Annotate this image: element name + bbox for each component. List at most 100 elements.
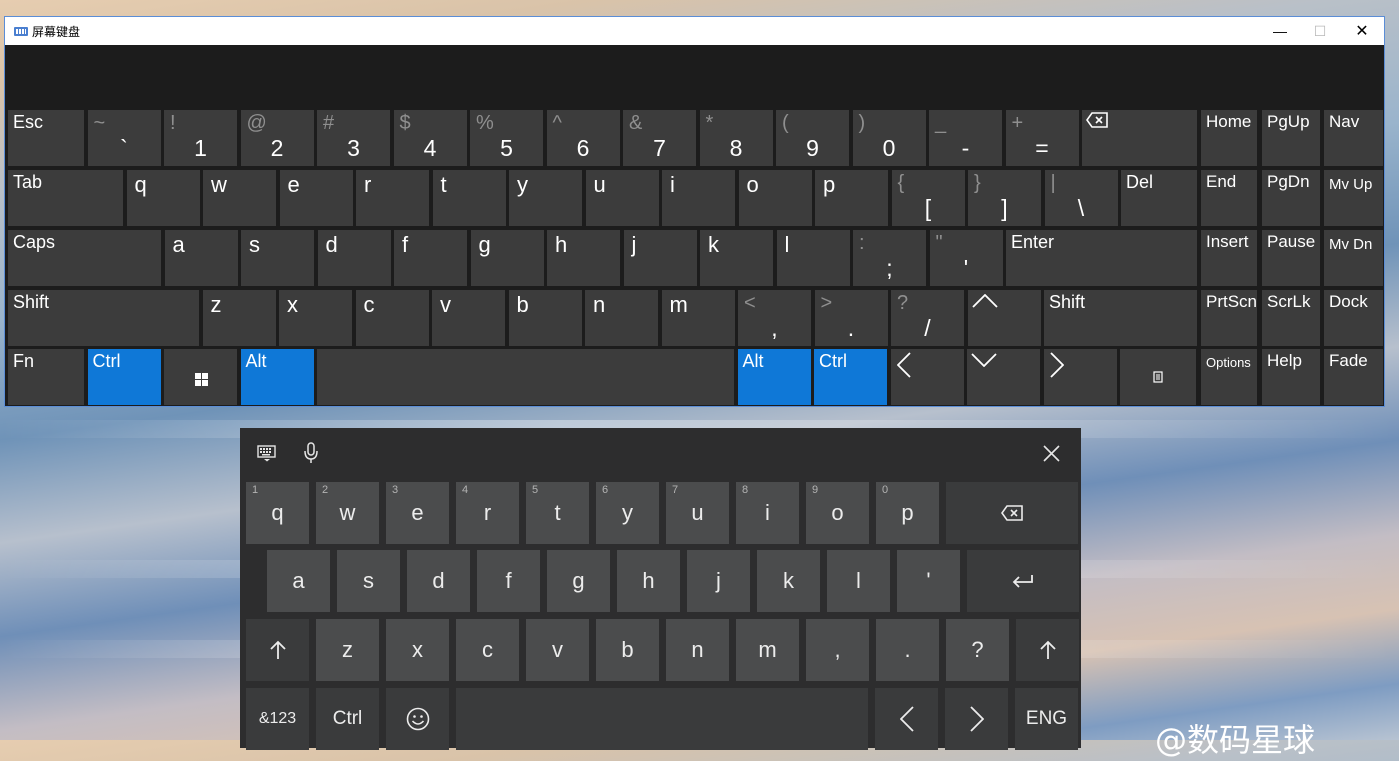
key-o[interactable]: o bbox=[738, 170, 812, 226]
key-z[interactable]: z bbox=[202, 290, 276, 346]
keyboard-settings-icon[interactable] bbox=[257, 444, 277, 467]
close-icon[interactable] bbox=[1043, 445, 1060, 467]
touch-key-question[interactable]: ? bbox=[946, 619, 1009, 681]
touch-key-f[interactable]: f bbox=[477, 550, 540, 612]
arrow-left-key[interactable] bbox=[890, 349, 964, 405]
touch-key-m[interactable]: m bbox=[736, 619, 799, 681]
key-enter[interactable]: Enter bbox=[1006, 230, 1197, 286]
key-e[interactable]: e bbox=[279, 170, 353, 226]
key-symbol[interactable]: " ' bbox=[929, 230, 1003, 286]
touch-key-p[interactable]: 0p bbox=[876, 482, 939, 544]
key-symbol[interactable]: :; bbox=[853, 230, 926, 286]
key-6[interactable]: ^ 6 bbox=[546, 110, 620, 166]
touch-key-a[interactable]: a bbox=[267, 550, 330, 612]
touch-key-y[interactable]: 6y bbox=[596, 482, 659, 544]
touch-key-symbols[interactable]: &123 bbox=[246, 688, 309, 750]
key-u[interactable]: u bbox=[585, 170, 659, 226]
key-5[interactable]: % 5 bbox=[470, 110, 543, 166]
touch-key-t[interactable]: 5t bbox=[526, 482, 589, 544]
touch-key-k[interactable]: k bbox=[757, 550, 820, 612]
key-alt[interactable]: Alt bbox=[240, 349, 314, 405]
backspace-key[interactable] bbox=[1082, 110, 1197, 166]
touch-key-u[interactable]: 7u bbox=[666, 482, 729, 544]
nav-key-nav[interactable]: Nav bbox=[1324, 110, 1383, 166]
nav-key-end[interactable]: End bbox=[1201, 170, 1257, 226]
nav-key-home[interactable]: Home bbox=[1201, 110, 1257, 166]
key-1[interactable]: ! 1 bbox=[164, 110, 237, 166]
touch-key-eng[interactable]: ENG bbox=[1015, 688, 1078, 750]
windows-key[interactable] bbox=[164, 349, 237, 405]
key-q[interactable]: q bbox=[126, 170, 200, 226]
arrow-up-key[interactable] bbox=[967, 290, 1041, 346]
nav-key-options[interactable]: Options bbox=[1201, 349, 1257, 405]
key-i[interactable]: i bbox=[662, 170, 735, 226]
key-x[interactable]: x bbox=[279, 290, 352, 346]
shift-key[interactable] bbox=[1016, 619, 1079, 681]
key-l[interactable]: l bbox=[776, 230, 850, 286]
touch-key-q[interactable]: 1q bbox=[246, 482, 309, 544]
touch-key-w[interactable]: 2w bbox=[316, 482, 379, 544]
key-shift[interactable]: Shift bbox=[1044, 290, 1197, 346]
key-7[interactable]: & 7 bbox=[623, 110, 696, 166]
arrow-down-key[interactable] bbox=[967, 349, 1040, 405]
key-ctrl[interactable]: Ctrl bbox=[87, 349, 161, 405]
key-backslash[interactable]: | \ bbox=[1044, 170, 1118, 226]
touch-key-ctrl[interactable]: Ctrl bbox=[316, 688, 379, 750]
touch-space-key[interactable] bbox=[456, 688, 868, 750]
arrow-right-key[interactable] bbox=[1043, 349, 1117, 405]
touch-key-d[interactable]: d bbox=[407, 550, 470, 612]
key-r[interactable]: r bbox=[356, 170, 429, 226]
key-symbol[interactable]: <, bbox=[738, 290, 811, 346]
key-n[interactable]: n bbox=[585, 290, 658, 346]
menu-key-key[interactable] bbox=[1120, 349, 1196, 405]
nav-key-help[interactable]: Help bbox=[1262, 349, 1320, 405]
touch-key-z[interactable]: z bbox=[316, 619, 379, 681]
arrow-left-key[interactable] bbox=[875, 688, 938, 750]
microphone-icon[interactable] bbox=[303, 442, 319, 469]
touch-key-apostrophe[interactable]: ' bbox=[897, 550, 960, 612]
key-esc[interactable]: Esc bbox=[8, 110, 84, 166]
key-v[interactable]: v bbox=[432, 290, 505, 346]
nav-key-prtscn[interactable]: PrtScn bbox=[1201, 290, 1257, 346]
key-f[interactable]: f bbox=[394, 230, 467, 286]
nav-key-pgup[interactable]: PgUp bbox=[1262, 110, 1320, 166]
key-h[interactable]: h bbox=[547, 230, 620, 286]
space-key[interactable] bbox=[317, 349, 734, 405]
nav-key-pgdn[interactable]: PgDn bbox=[1262, 170, 1320, 226]
title-bar[interactable]: 屏幕键盘 — ☐ ✕ bbox=[5, 17, 1384, 45]
touch-key-x[interactable]: x bbox=[386, 619, 449, 681]
key-tab[interactable]: Tab bbox=[8, 170, 123, 226]
key-9[interactable]: (9 bbox=[776, 110, 849, 166]
key-m[interactable]: m bbox=[661, 290, 735, 346]
touch-key-i[interactable]: 8i bbox=[736, 482, 799, 544]
key-symbol[interactable]: }] bbox=[968, 170, 1041, 226]
touch-key-g[interactable]: g bbox=[547, 550, 610, 612]
key-c[interactable]: c bbox=[355, 290, 429, 346]
touch-key-n[interactable]: n bbox=[666, 619, 729, 681]
nav-key-mv-dn[interactable]: Mv Dn bbox=[1324, 230, 1383, 286]
nav-key-dock[interactable]: Dock bbox=[1324, 290, 1383, 346]
key-w[interactable]: w bbox=[203, 170, 276, 226]
nav-key-pause[interactable]: Pause bbox=[1262, 230, 1320, 286]
touch-key-o[interactable]: 9o bbox=[806, 482, 869, 544]
key-b[interactable]: b bbox=[508, 290, 582, 346]
touch-key-v[interactable]: v bbox=[526, 619, 589, 681]
key-s[interactable]: s bbox=[241, 230, 314, 286]
key-d[interactable]: d bbox=[317, 230, 391, 286]
key-0[interactable]: ) 0 bbox=[852, 110, 926, 166]
touch-key-comma[interactable]: , bbox=[806, 619, 869, 681]
key-3[interactable]: #3 bbox=[317, 110, 390, 166]
key-g[interactable]: g bbox=[470, 230, 544, 286]
key-symbol[interactable]: >. bbox=[814, 290, 888, 346]
key-symbol[interactable]: {[ bbox=[891, 170, 965, 226]
backspace-key[interactable] bbox=[946, 482, 1078, 544]
key-ctrl[interactable]: Ctrl bbox=[814, 349, 887, 405]
key-j[interactable]: j bbox=[623, 230, 697, 286]
nav-key-mv-up[interactable]: Mv Up bbox=[1324, 170, 1383, 226]
key-t[interactable]: t bbox=[432, 170, 506, 226]
key-a[interactable]: a bbox=[164, 230, 238, 286]
key-caps[interactable]: Caps bbox=[8, 230, 161, 286]
key-symbol[interactable]: ? / bbox=[891, 290, 964, 346]
touch-key-c[interactable]: c bbox=[456, 619, 519, 681]
key-k[interactable]: k bbox=[700, 230, 773, 286]
